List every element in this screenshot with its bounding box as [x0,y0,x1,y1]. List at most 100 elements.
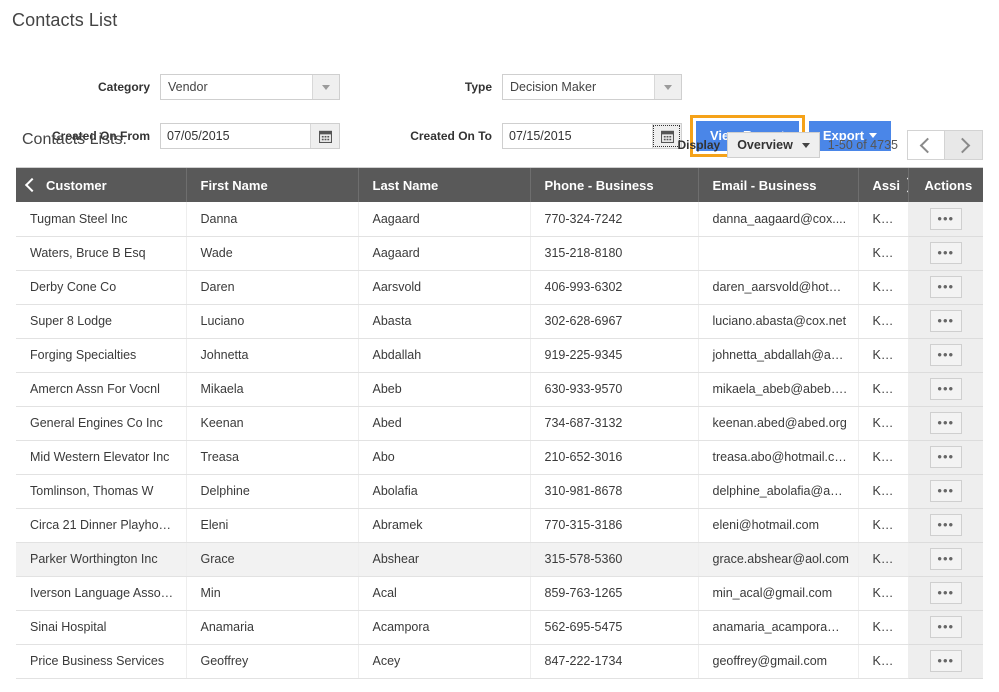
cell-customer: Tugman Steel Inc [16,202,187,237]
table-row[interactable]: Derby Cone Co Daren Aarsvold 406-993-6302 da… [16,270,983,305]
cell-actions: ••• [908,508,983,543]
column-header-assigned[interactable]: Assi [858,168,909,202]
cell-actions: ••• [908,440,983,475]
scroll-right-chevron-icon[interactable] [900,176,907,194]
row-actions-button[interactable]: ••• [929,582,962,604]
category-chevron-down-icon[interactable] [312,75,339,99]
table-row[interactable]: Circa 21 Dinner Playhouse Eleni Abramek 770… [16,508,983,543]
row-actions-button[interactable]: ••• [929,514,962,536]
display-value: Overview [737,138,793,152]
row-actions-button[interactable]: ••• [929,344,962,366]
pagination-prev-button[interactable] [907,130,945,160]
cell-customer: Waters, Bruce B Esq [16,236,187,271]
cell-phone: 859-763-1265 [530,576,699,611]
column-header-email-business[interactable]: Email - Business [698,168,859,202]
page-title: Contacts List [12,10,118,30]
type-select[interactable]: Decision Maker [502,74,682,100]
table-row[interactable]: Sinai Hospital Anamaria Acampora 562-695-54… [16,610,983,645]
cell-actions: ••• [908,372,983,407]
cell-actions: ••• [908,644,983,679]
list-toolbar: Display Overview 1-50 of 4735 [678,130,983,160]
cell-email: grace.abshear@aol.com [698,542,859,577]
table-row[interactable]: Waters, Bruce B Esq Wade Aagaard 315-218-81… [16,236,983,271]
cell-customer: Amercn Assn For Vocnl [16,372,187,407]
cell-email: geoffrey@gmail.com [698,644,859,679]
category-select[interactable]: Vendor [160,74,340,100]
cell-email: anamaria_acampora… [698,610,859,645]
cell-phone: 406-993-6302 [530,270,699,305]
table-row[interactable]: Tomlinson, Thomas W Delphine Abolafia 310-9… [16,474,983,509]
table-row[interactable]: Mid Western Elevator Inc Treasa Abo 210-652… [16,440,983,475]
cell-actions: ••• [908,542,983,577]
cell-last: Abdallah [358,338,531,373]
cell-customer: Derby Cone Co [16,270,187,305]
cell-actions: ••• [908,576,983,611]
chevron-down-icon [801,142,810,148]
cell-assigned: Kenny ( [858,236,909,271]
cell-phone: 770-324-7242 [530,202,699,237]
type-value: Decision Maker [510,80,597,94]
column-header-label: Assi [872,177,900,193]
cell-phone: 770-315-3186 [530,508,699,543]
cell-first: Delphine [186,474,359,509]
cell-assigned: Kenny ( [858,440,909,475]
table-row[interactable]: Amercn Assn For Vocnl Mikaela Abeb 630-933-… [16,372,983,407]
table-row[interactable]: Tugman Steel Inc Danna Aagaard 770-324-7242… [16,202,983,237]
table-row[interactable]: Super 8 Lodge Luciano Abasta 302-628-6967 lu… [16,304,983,339]
filter-row-1: Category Vendor Type Decision Maker [0,74,682,100]
row-actions-button[interactable]: ••• [929,207,962,230]
table-row[interactable]: Parker Worthington Inc Grace Abshear 315-57… [16,542,983,577]
row-actions-button[interactable]: ••• [929,548,962,570]
column-header-phone-business[interactable]: Phone - Business [530,168,699,202]
row-actions-button[interactable]: ••• [929,242,962,264]
cell-assigned: Kenny ( [858,576,909,611]
row-actions-button[interactable]: ••• [929,412,962,434]
row-actions-button[interactable]: ••• [929,310,962,332]
cell-first: Geoffrey [186,644,359,679]
cell-customer: Sinai Hospital [16,610,187,645]
type-chevron-down-icon[interactable] [654,75,681,99]
cell-assigned: Kenny ( [858,372,909,407]
contacts-table-container: Customer First Name Last Name Phone - Bu… [16,167,983,679]
cell-last: Abed [358,406,531,441]
column-header-first-name[interactable]: First Name [186,168,359,202]
cell-email: mikaela_abeb@abeb…. [698,372,859,407]
row-actions-button[interactable]: ••• [929,446,962,468]
cell-assigned: Kenny ( [858,542,909,577]
table-row[interactable]: Forging Specialties Johnetta Abdallah 919-2… [16,338,983,373]
cell-first: Eleni [186,508,359,543]
display-select[interactable]: Overview [727,132,820,158]
row-actions-button[interactable]: ••• [929,276,962,298]
row-actions-button[interactable]: ••• [929,616,962,638]
table-row[interactable]: Iverson Language Assocs … Min Acal 859-763-… [16,576,983,611]
column-header-last-name[interactable]: Last Name [358,168,531,202]
pagination-next-button[interactable] [945,130,983,160]
table-row[interactable]: General Engines Co Inc Keenan Abed 734-687-… [16,406,983,441]
cell-email: keenan.abed@abed.org [698,406,859,441]
cell-phone: 302-628-6967 [530,304,699,339]
row-actions-button[interactable]: ••• [929,378,962,400]
cell-phone: 630-933-9570 [530,372,699,407]
cell-first: Wade [186,236,359,271]
column-header-customer[interactable]: Customer [16,168,187,202]
row-actions-button[interactable]: ••• [929,480,962,502]
category-value: Vendor [168,80,208,94]
chevron-right-icon [954,137,970,153]
cell-email [698,236,859,271]
cell-email: eleni@hotmail.com [698,508,859,543]
cell-customer: Price Business Services [16,644,187,679]
table-row[interactable]: Price Business Services Geoffrey Acey 847-2… [16,644,983,679]
row-actions-button[interactable]: ••• [929,650,962,672]
list-header: Contacts Lists: Display Overview 1-50 of… [0,125,999,167]
cell-first: Mikaela [186,372,359,407]
cell-phone: 210-652-3016 [530,440,699,475]
cell-email: delphine_abolafia@a… [698,474,859,509]
contacts-table: Customer First Name Last Name Phone - Bu… [16,168,983,679]
cell-first: Treasa [186,440,359,475]
cell-actions: ••• [908,236,983,271]
cell-actions: ••• [908,202,983,237]
cell-assigned: Kenny ( [858,474,909,509]
scroll-left-chevron-icon[interactable] [24,177,40,193]
type-label: Type [464,80,492,94]
table-header: Customer First Name Last Name Phone - Bu… [16,168,983,202]
